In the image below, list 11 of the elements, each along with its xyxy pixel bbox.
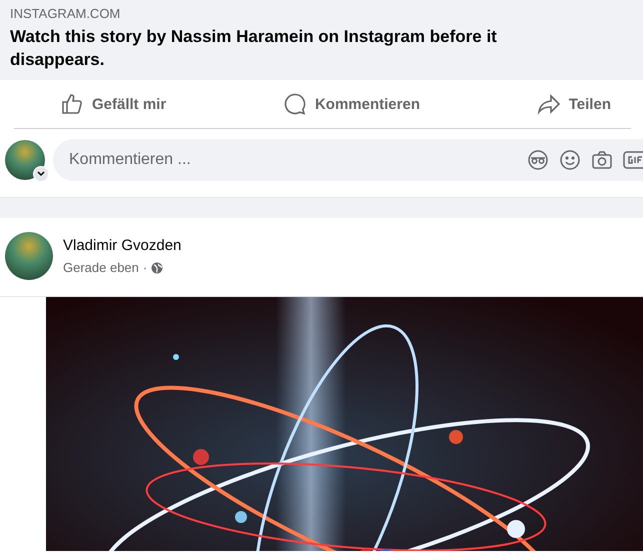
- link-title: Watch this story by Nassim Haramein on Instagram before it disappears.: [10, 26, 498, 71]
- link-domain: INSTAGRAM.COM: [10, 6, 122, 21]
- post-time[interactable]: Gerade eben: [63, 260, 139, 275]
- comment-field[interactable]: Kommentieren ...: [53, 139, 643, 181]
- author-name[interactable]: Vladimir Gvozden: [63, 237, 182, 254]
- comment-input[interactable]: Kommentieren ...: [67, 150, 517, 170]
- link-preview-card[interactable]: INSTAGRAM.COM Watch this story by Nassim Haramein on Instagram before it disappears.: [0, 0, 643, 80]
- separator-dot: ·: [142, 260, 148, 275]
- share-button[interactable]: Teilen: [530, 88, 617, 120]
- comment-button[interactable]: Kommentieren: [276, 88, 426, 120]
- like-button[interactable]: Gefällt mir: [54, 88, 172, 120]
